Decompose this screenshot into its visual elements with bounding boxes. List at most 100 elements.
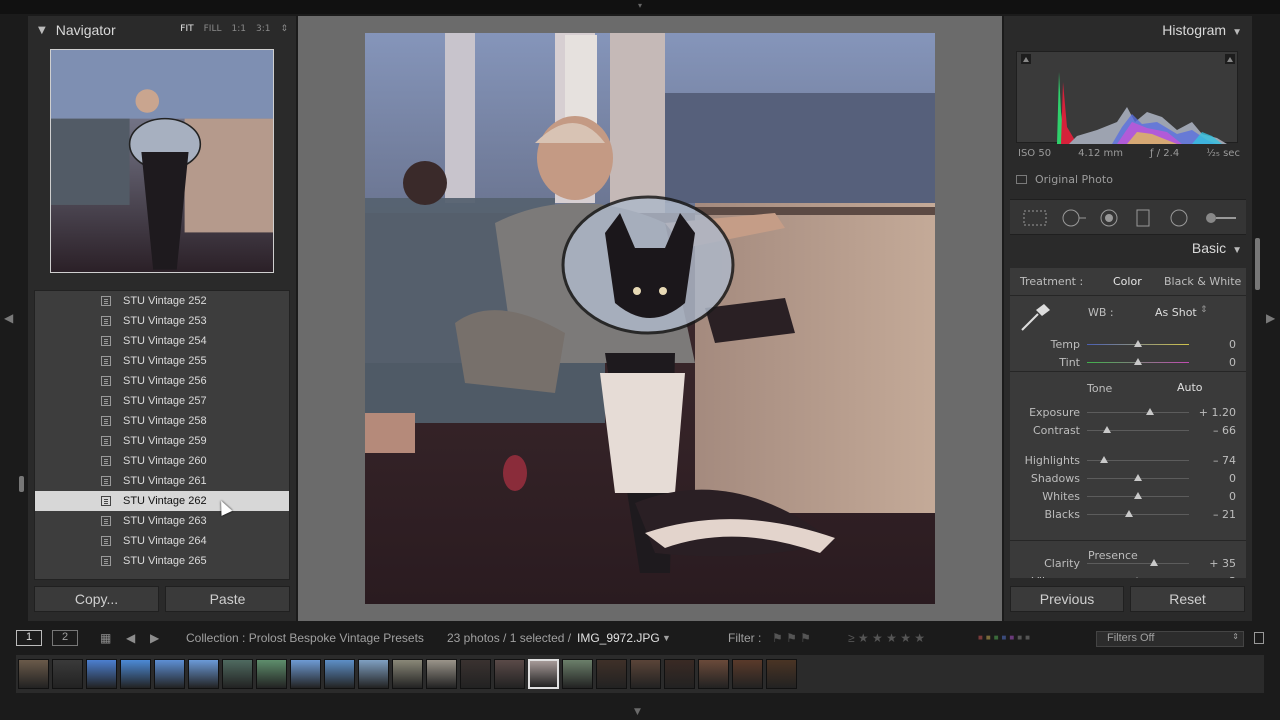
filmstrip-thumbnail[interactable] <box>52 659 83 689</box>
slider-exposure[interactable]: Exposure + 1.20 <box>1010 403 1246 421</box>
filmstrip-thumbnail[interactable] <box>86 659 117 689</box>
slider-thumb[interactable] <box>1146 408 1155 415</box>
slider-value[interactable]: 0 <box>1229 490 1236 503</box>
crop-overlay-icon[interactable] <box>1022 209 1048 227</box>
left-scrollbar[interactable] <box>19 476 24 492</box>
slider-thumb[interactable] <box>1103 426 1112 433</box>
slider-tint[interactable]: Tint 0 <box>1010 353 1246 371</box>
filter-lock-icon[interactable] <box>1254 632 1264 644</box>
zoom-fit[interactable]: FIT <box>180 24 193 34</box>
preset-item[interactable]: STU Vintage 257 <box>35 391 289 411</box>
slider-thumb[interactable] <box>1100 456 1109 463</box>
slider-value[interactable]: + 1.20 <box>1199 406 1236 419</box>
filmstrip-thumbnail[interactable] <box>222 659 253 689</box>
filmstrip-thumbnail[interactable] <box>698 659 729 689</box>
slider-value[interactable]: – 74 <box>1213 454 1236 467</box>
radial-filter-icon[interactable] <box>1168 209 1190 227</box>
paste-button[interactable]: Paste <box>165 586 290 612</box>
slider-thumb[interactable] <box>1134 474 1142 481</box>
histogram-graph[interactable] <box>1016 51 1238 144</box>
basic-header[interactable]: Basic ▼ <box>1192 240 1242 256</box>
preset-item[interactable]: STU Vintage 258 <box>35 411 289 431</box>
slider-shadows[interactable]: Shadows 0 <box>1010 469 1246 487</box>
filmstrip-thumbnail[interactable] <box>664 659 695 689</box>
flag-filter-icons[interactable]: ⚑ ⚑ ⚑ <box>772 631 811 645</box>
slider-value[interactable]: – 66 <box>1213 424 1236 437</box>
filmstrip-thumbnail[interactable] <box>290 659 321 689</box>
slider-track[interactable] <box>1087 514 1189 515</box>
wb-select-stepper-icon[interactable]: ⇕ <box>1200 305 1208 315</box>
filmstrip-thumbnail[interactable] <box>154 659 185 689</box>
filmstrip-thumbnail[interactable] <box>358 659 389 689</box>
slider-blacks[interactable]: Blacks – 21 <box>1010 505 1246 523</box>
slider-value[interactable]: – 21 <box>1213 508 1236 521</box>
wb-select[interactable]: As Shot <box>1155 306 1197 319</box>
filmstrip-thumbnail[interactable] <box>120 659 151 689</box>
preset-item[interactable]: STU Vintage 264 <box>35 531 289 551</box>
preset-item[interactable]: STU Vintage 259 <box>35 431 289 451</box>
main-photo[interactable] <box>365 33 935 604</box>
slider-highlights[interactable]: Highlights – 74 <box>1010 451 1246 469</box>
left-panel-toggle-icon[interactable]: ◀ <box>4 311 13 325</box>
collapse-arrow-icon[interactable]: ▼ <box>1232 27 1242 38</box>
navigator-preview[interactable] <box>50 49 274 273</box>
zoom-stepper-icon[interactable]: ⇕ <box>280 24 288 34</box>
slider-value[interactable]: – 3 <box>1220 575 1236 578</box>
grid-view-icon[interactable]: ▦ <box>100 631 111 645</box>
filmstrip-thumbnail[interactable] <box>392 659 423 689</box>
slider-value[interactable]: 0 <box>1229 338 1236 351</box>
preset-item[interactable]: STU Vintage 261 <box>35 471 289 491</box>
slider-thumb[interactable] <box>1132 577 1141 578</box>
copy-button[interactable]: Copy... <box>34 586 159 612</box>
right-scrollbar[interactable] <box>1255 238 1260 290</box>
filmstrip-thumbnail[interactable] <box>596 659 627 689</box>
auto-tone-button[interactable]: Auto <box>1177 381 1203 394</box>
preset-item[interactable]: STU Vintage 252 <box>35 291 289 311</box>
filmstrip-thumbnail[interactable] <box>188 659 219 689</box>
preset-item[interactable]: STU Vintage 254 <box>35 331 289 351</box>
filmstrip-thumbnail[interactable] <box>18 659 49 689</box>
filmstrip-thumbnail[interactable] <box>426 659 457 689</box>
slider-thumb[interactable] <box>1150 559 1159 566</box>
collapse-arrow-icon[interactable]: ▼ <box>1232 245 1242 256</box>
slider-value[interactable]: + 35 <box>1209 557 1236 570</box>
red-eye-icon[interactable] <box>1098 209 1120 227</box>
graduated-filter-icon[interactable] <box>1134 209 1152 227</box>
slider-track[interactable] <box>1087 563 1189 564</box>
slider-value[interactable]: 0 <box>1229 472 1236 485</box>
spot-removal-icon[interactable] <box>1060 209 1088 227</box>
slider-thumb[interactable] <box>1134 492 1142 499</box>
filmstrip-toggle-icon[interactable]: ▼ <box>634 707 641 717</box>
zoom-3-1[interactable]: 3:1 <box>256 24 270 34</box>
rating-filter-icons[interactable]: ≥ ★ ★ ★ ★ ★ <box>848 631 925 645</box>
filmstrip-thumbnail[interactable] <box>732 659 763 689</box>
preset-item[interactable]: STU Vintage 262 <box>35 491 289 511</box>
adjustment-brush-icon[interactable] <box>1204 209 1238 227</box>
original-photo-checkbox[interactable] <box>1016 175 1027 184</box>
preset-item[interactable]: STU Vintage 260 <box>35 451 289 471</box>
preset-item[interactable]: STU Vintage 255 <box>35 351 289 371</box>
color-label-filter-icons[interactable]: ■■■■■■■ <box>978 633 1033 642</box>
wb-eyedropper-icon[interactable] <box>1020 302 1052 332</box>
slider-value[interactable]: 0 <box>1229 356 1236 369</box>
histogram-header[interactable]: Histogram ▼ <box>1162 22 1242 38</box>
slider-track[interactable] <box>1087 430 1189 431</box>
treatment-color[interactable]: Color <box>1113 275 1142 288</box>
treatment-black-white[interactable]: Black & White <box>1164 275 1241 288</box>
filmstrip-thumbnail[interactable] <box>562 659 593 689</box>
zoom-fill[interactable]: FILL <box>204 24 222 34</box>
filmstrip-thumbnail[interactable] <box>256 659 287 689</box>
filmstrip-thumbnail[interactable] <box>766 659 797 689</box>
back-arrow-icon[interactable]: ◀ <box>126 631 135 645</box>
filmstrip-thumbnail[interactable] <box>460 659 491 689</box>
main-image-view[interactable] <box>298 16 1002 621</box>
reset-button[interactable]: Reset <box>1130 586 1245 612</box>
slider-temp[interactable]: Temp 0 <box>1010 335 1246 353</box>
slider-thumb[interactable] <box>1134 340 1142 347</box>
filmstrip-thumbnail[interactable] <box>528 659 559 689</box>
filmstrip-thumbnail[interactable] <box>630 659 661 689</box>
preset-item[interactable]: STU Vintage 263 <box>35 511 289 531</box>
filename-dropdown-icon[interactable]: ▼ <box>662 633 671 643</box>
top-panel-handle[interactable]: ▾ <box>0 0 1280 14</box>
main-window-button[interactable]: 1 <box>16 630 42 646</box>
